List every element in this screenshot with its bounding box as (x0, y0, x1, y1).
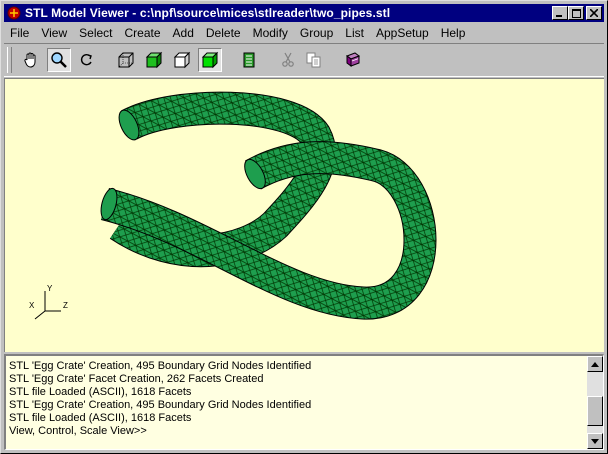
cut-button[interactable] (276, 48, 300, 72)
viewport-canvas[interactable]: Y Z X (5, 79, 604, 352)
menu-help[interactable]: Help (435, 26, 472, 40)
menu-bar: File View Select Create Add Delete Modif… (4, 23, 604, 42)
log-line: View, Control, Scale View>> (9, 425, 147, 437)
help-button[interactable] (341, 48, 365, 72)
wireframe-view-button[interactable] (114, 48, 138, 72)
copy-button[interactable] (302, 48, 326, 72)
zoom-magnifier-icon (51, 52, 67, 68)
hidden-line-view-button[interactable] (170, 48, 194, 72)
close-button[interactable] (586, 6, 602, 20)
minimize-icon (556, 14, 562, 17)
axis-label-z: Z (63, 301, 68, 310)
menu-modify[interactable]: Modify (247, 26, 294, 40)
message-log[interactable]: STL 'Egg Crate' Creation, 495 Boundary G… (4, 354, 604, 450)
menu-delete[interactable]: Delete (200, 26, 247, 40)
log-line: STL file Loaded (ASCII), 1618 Facets (9, 386, 192, 398)
menu-group[interactable]: Group (294, 26, 339, 40)
log-line: STL 'Egg Crate' Creation, 495 Boundary G… (9, 399, 312, 411)
cut-icon (282, 52, 294, 67)
log-line: STL 'Egg Crate' Creation, 495 Boundary G… (9, 360, 312, 372)
pan-button[interactable] (19, 48, 43, 72)
help-book-icon (345, 52, 361, 67)
solid-cube-icon (201, 51, 219, 69)
scroll-thumb[interactable] (587, 396, 603, 426)
scroll-up-button[interactable] (587, 356, 603, 372)
scroll-down-button[interactable] (587, 433, 603, 449)
facet-list-button[interactable] (237, 48, 261, 72)
axis-triad: Y Z X (29, 284, 68, 320)
hand-pan-icon (24, 52, 36, 68)
scroll-up-arrow-icon (591, 361, 599, 367)
app-icon[interactable] (7, 6, 21, 20)
scroll-down-arrow-icon (591, 438, 599, 444)
model-viewport[interactable]: Y Z X (4, 78, 604, 352)
minimize-button[interactable] (552, 6, 568, 20)
menu-create[interactable]: Create (119, 26, 167, 40)
log-line: STL 'Egg Crate' Facet Creation, 262 Face… (9, 373, 264, 385)
axis-label-x: X (29, 301, 35, 310)
menu-view[interactable]: View (35, 26, 73, 40)
menu-select[interactable]: Select (73, 26, 118, 40)
shaded-cube-icon (145, 51, 163, 69)
window-title: STL Model Viewer - c:\npf\source\mices\s… (25, 6, 391, 20)
menu-add[interactable]: Add (167, 26, 200, 40)
log-line: STL file Loaded (ASCII), 1618 Facets (9, 412, 192, 424)
maximize-icon (571, 8, 581, 18)
solid-view-button[interactable] (198, 48, 222, 72)
rotate-icon (80, 53, 92, 66)
axis-label-y: Y (47, 284, 53, 293)
caption-buttons (552, 6, 602, 20)
stl-model-two-pipes[interactable] (98, 91, 437, 320)
wireframe-cube-icon (118, 52, 134, 68)
menu-list[interactable]: List (339, 26, 370, 40)
copy-icon (306, 52, 321, 68)
app-window: STL Model Viewer - c:\npf\source\mices\s… (0, 0, 608, 454)
log-scrollbar[interactable] (587, 356, 603, 449)
rotate-button[interactable] (75, 48, 99, 72)
toolbar-grip[interactable] (7, 47, 12, 73)
toolbar (4, 43, 604, 77)
menu-appsetup[interactable]: AppSetup (370, 26, 435, 40)
shaded-view-button[interactable] (142, 48, 166, 72)
title-bar[interactable]: STL Model Viewer - c:\npf\source\mices\s… (4, 4, 604, 22)
close-icon (590, 9, 598, 17)
message-log-text: STL 'Egg Crate' Creation, 495 Boundary G… (9, 360, 311, 438)
menu-file[interactable]: File (4, 26, 35, 40)
hidden-line-cube-icon (173, 51, 191, 69)
zoom-button[interactable] (47, 48, 71, 72)
facet-list-icon (243, 52, 255, 68)
maximize-button[interactable] (568, 6, 584, 20)
